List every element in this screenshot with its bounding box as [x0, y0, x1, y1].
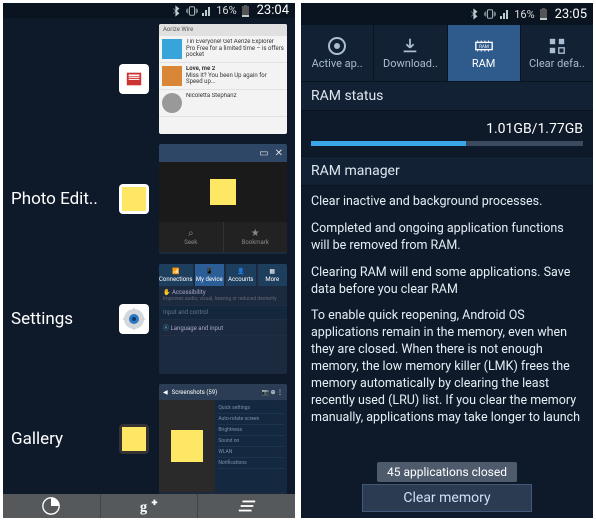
status-icons: 16% 23:05: [469, 7, 587, 22]
google-button[interactable]: g: [101, 494, 199, 518]
ram-manager-text: Clear inactive and background processes.…: [301, 186, 593, 458]
task-manager-button[interactable]: [3, 494, 101, 518]
thumb-titlebar: ▭ ✕: [159, 144, 287, 162]
status-time: 23:04: [257, 3, 289, 18]
recents-list[interactable]: Aorize Wire Tin Everyone! Get Aerize Exp…: [3, 18, 295, 494]
status-bar: 16% 23:04: [3, 3, 295, 18]
clear-defaults-icon: [547, 37, 567, 55]
recent-item-gallery[interactable]: Gallery ◀Screenshots (59)📷 ⊕ ⋮ Quick set…: [11, 384, 287, 494]
photo-editor-icon: [119, 184, 149, 214]
tab-label: RAM: [472, 57, 496, 70]
close-icon: ✕: [275, 148, 283, 159]
photo-preview: [210, 179, 236, 205]
recent-thumbnail: ▭ ✕ ⌕Seek ★Bookmark: [159, 144, 287, 254]
battery-icon: [240, 5, 252, 17]
recent-label: Settings: [11, 309, 109, 329]
bluetooth-icon: [469, 8, 481, 20]
ram-status-block: 1.01GB/1.77GB: [301, 111, 593, 156]
clear-memory-panel: 45 applications closed Clear memory: [301, 458, 593, 518]
clear-all-button[interactable]: [198, 494, 295, 518]
phone-recents: 16% 23:04 Aorize Wire Tin Everyone! Get …: [3, 3, 295, 518]
phone-ram-manager: 16% 23:05 Active ap.. Download.. RAM RAM…: [301, 3, 593, 518]
tab-clear-defaults[interactable]: Clear defa..: [521, 25, 593, 81]
ram-value: 1.01GB/1.77GB: [311, 121, 583, 137]
minimize-icon: ▭: [259, 148, 268, 159]
ram-status-header: RAM status: [301, 81, 593, 111]
tab-active-apps[interactable]: Active ap..: [301, 25, 374, 81]
ram-text-p4: To enable quick reopening, Android OS ap…: [311, 308, 583, 426]
ram-text-p3: Clearing RAM will end some applications.…: [311, 265, 583, 299]
signal-icon: [499, 8, 511, 20]
tab-label: Download..: [383, 57, 438, 70]
gallery-icon: [119, 424, 149, 454]
google-icon: g: [139, 496, 159, 516]
ram-progress-fill: [311, 141, 466, 146]
recent-item-news[interactable]: Aorize Wire Tin Everyone! Get Aerize Exp…: [11, 24, 287, 134]
clear-all-icon: [237, 496, 257, 516]
tab-label: Active ap..: [312, 57, 363, 70]
signal-icon: [201, 5, 213, 17]
svg-text:RAM: RAM: [479, 43, 489, 49]
recent-label: Photo Edit..: [11, 189, 109, 209]
battery-icon: [538, 8, 550, 20]
vibrate-icon: [484, 8, 496, 20]
status-bar: 16% 23:05: [301, 3, 593, 25]
status-time: 23:05: [555, 7, 587, 22]
pie-chart-icon: [41, 496, 61, 516]
vibrate-icon: [186, 5, 198, 17]
bluetooth-icon: [171, 5, 183, 17]
thumb-title: Aorize Wire: [159, 24, 287, 36]
tab-label: Clear defa..: [529, 57, 585, 70]
recents-bottom-bar: g: [3, 494, 295, 518]
clear-memory-button[interactable]: Clear memory: [362, 484, 532, 512]
settings-icon: [119, 304, 149, 334]
recent-label: Gallery: [11, 429, 109, 449]
battery-percent: 16%: [216, 4, 236, 17]
tab-bar: Active ap.. Download.. RAM RAM Clear def…: [301, 25, 593, 81]
download-icon: [400, 37, 420, 55]
ram-progress-bar: [311, 141, 583, 146]
recent-item-settings[interactable]: Settings 📶Connections 📱My device 👤Accoun…: [11, 264, 287, 374]
ram-manager-header: RAM manager: [301, 156, 593, 186]
active-apps-icon: [327, 37, 347, 55]
ram-text-p2: Completed and ongoing application functi…: [311, 221, 583, 255]
news-app-icon: [119, 64, 149, 94]
battery-percent: 16%: [514, 8, 534, 21]
gallery-preview-icon: [171, 430, 203, 462]
svg-text:g: g: [140, 499, 148, 515]
tab-downloaded[interactable]: Download..: [374, 25, 447, 81]
apps-closed-toast: 45 applications closed: [377, 462, 517, 482]
ram-icon: RAM: [474, 37, 494, 55]
recent-thumbnail: 📶Connections 📱My device 👤Accounts ▦More …: [159, 264, 287, 374]
tab-ram[interactable]: RAM RAM: [448, 25, 521, 81]
status-icons: 16% 23:04: [171, 3, 289, 18]
recent-item-photo-editor[interactable]: Photo Edit.. ▭ ✕ ⌕Seek ★Bookmark: [11, 144, 287, 254]
recent-thumbnail: Aorize Wire Tin Everyone! Get Aerize Exp…: [159, 24, 287, 134]
recent-thumbnail: ◀Screenshots (59)📷 ⊕ ⋮ Quick settings Au…: [159, 384, 287, 494]
ram-text-p1: Clear inactive and background processes.: [311, 194, 583, 211]
